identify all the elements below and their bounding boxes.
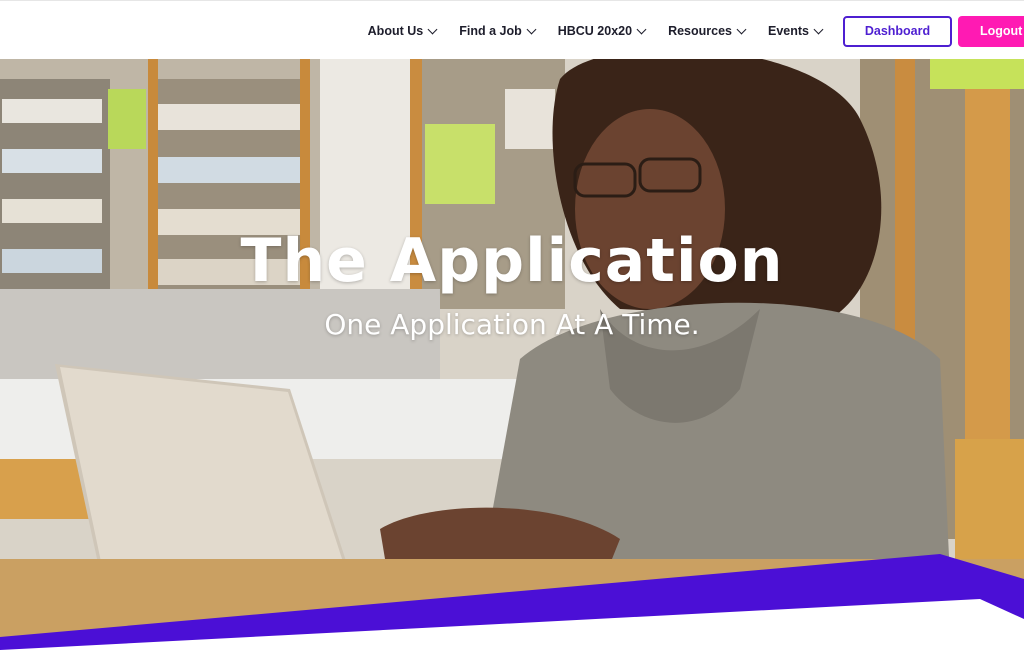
hero-subtitle: One Application At A Time. <box>324 308 700 341</box>
chevron-down-icon <box>813 24 824 34</box>
chevron-down-icon <box>427 24 438 34</box>
nav-resources[interactable]: Resources <box>668 24 747 38</box>
hero-title: The Application <box>240 226 784 296</box>
nav-events-label: Events <box>768 24 809 38</box>
chevron-down-icon <box>526 24 537 34</box>
nav-find-a-job-label: Find a Job <box>459 24 522 38</box>
nav-find-a-job[interactable]: Find a Job <box>459 24 537 38</box>
nav-hbcu-20x20-label: HBCU 20x20 <box>557 24 633 38</box>
nav-resources-label: Resources <box>668 24 732 38</box>
logout-button[interactable]: Logout <box>958 15 1024 47</box>
nav-events[interactable]: Events <box>768 24 824 38</box>
main-nav: About Us Find a Job HBCU 20x20 Resources… <box>368 15 1024 47</box>
nav-hbcu-20x20[interactable]: HBCU 20x20 <box>557 24 647 38</box>
top-navigation-bar: About Us Find a Job HBCU 20x20 Resources… <box>0 0 1024 59</box>
nav-about-us-label: About Us <box>367 24 424 38</box>
chevron-down-icon <box>636 24 647 34</box>
nav-about-us[interactable]: About Us <box>367 24 438 38</box>
dashboard-button[interactable]: Dashboard <box>843 15 952 47</box>
chevron-down-icon <box>736 24 747 34</box>
hero-banner: The Application One Application At A Tim… <box>0 59 1024 650</box>
hero-background-photo <box>0 59 1024 650</box>
